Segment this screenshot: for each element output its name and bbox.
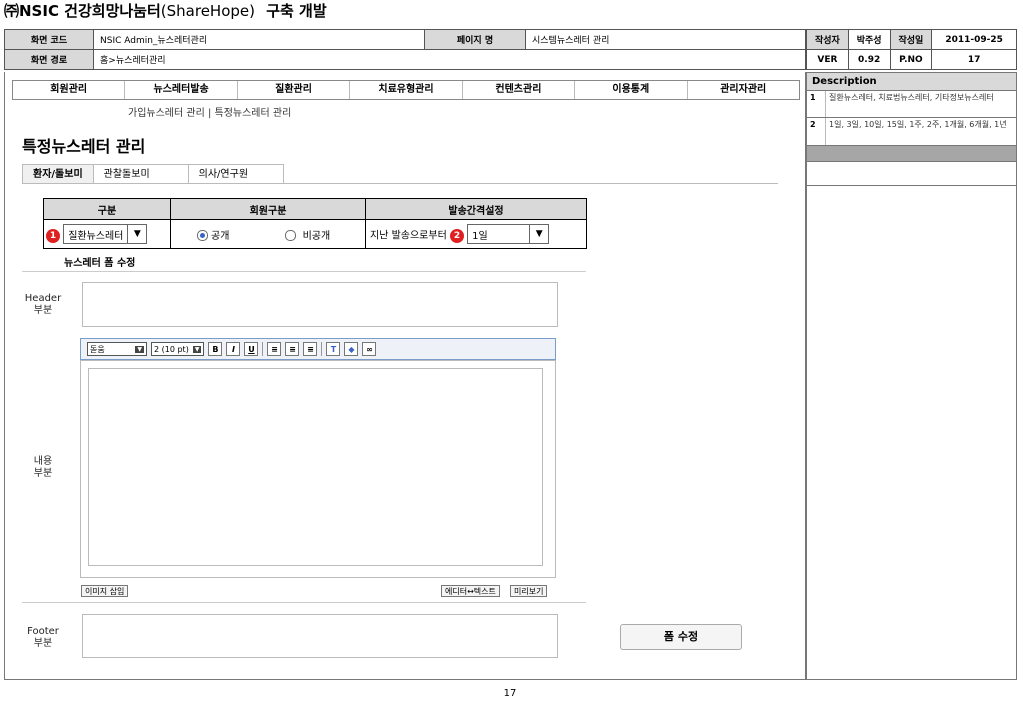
font-size-value: 2 (10 pt) bbox=[154, 344, 189, 354]
preview-button[interactable]: 미리보기 bbox=[510, 585, 548, 597]
page-title: 특정뉴스레터 관리 bbox=[22, 137, 146, 156]
font-family-select[interactable]: 돋움 ▼ bbox=[87, 342, 147, 356]
tab-doctor[interactable]: 의사/연구원 bbox=[187, 164, 284, 183]
annotation-badge-2: 2 bbox=[449, 228, 464, 243]
annotation-badge-1: 1 bbox=[46, 228, 60, 243]
align-center-icon[interactable]: ≡ bbox=[285, 342, 300, 356]
link-icon[interactable]: ∞ bbox=[362, 342, 377, 356]
interval-select[interactable]: 1일 ▼ bbox=[467, 224, 550, 244]
interval-prefix: 지난 발송으로부터 bbox=[370, 230, 447, 242]
doc-title-main: ㈜NSIC 건강희망나눔터 bbox=[4, 2, 161, 20]
ver-value: 0.92 bbox=[847, 49, 891, 70]
radio-private-label: 비공개 bbox=[302, 230, 331, 242]
submit-form-button[interactable]: 폼 수정 bbox=[620, 624, 742, 650]
editor-content-area[interactable] bbox=[88, 368, 543, 566]
font-family-value: 돋움 bbox=[90, 344, 105, 354]
category-select-value: 질환뉴스레터 bbox=[68, 230, 124, 242]
ver-label: VER bbox=[806, 49, 849, 70]
description-empty-row bbox=[806, 162, 1017, 186]
menu-item-statistics[interactable]: 이용통계 bbox=[575, 81, 688, 99]
description-text: 1일, 3일, 10일, 15일, 1주, 2주, 1개월, 6개월, 1년 bbox=[829, 120, 1007, 129]
bold-icon[interactable]: B bbox=[208, 342, 223, 356]
menu-item-treatment[interactable]: 치료유형관리 bbox=[350, 81, 463, 99]
image-icon[interactable]: ◆ bbox=[344, 342, 359, 356]
italic-icon[interactable]: I bbox=[226, 342, 241, 356]
chevron-down-icon: ▼ bbox=[192, 345, 202, 353]
menu-item-disease[interactable]: 질환관리 bbox=[238, 81, 351, 99]
filter-header-member: 회원구분 bbox=[170, 198, 366, 220]
screen-code-value: NSIC Admin_뉴스레터관리 bbox=[93, 29, 425, 50]
font-size-select[interactable]: 2 (10 pt) ▼ bbox=[151, 342, 205, 356]
description-item: 1 질환뉴스레터, 치료법뉴스레터, 기타정보뉴스레터 bbox=[806, 91, 1017, 118]
page-number: 17 bbox=[503, 688, 517, 699]
footer-textarea[interactable] bbox=[82, 614, 558, 658]
align-left-icon[interactable]: ≡ bbox=[267, 342, 282, 356]
doc-title-suffix: 구축 개발 bbox=[266, 2, 327, 20]
description-item: 2 1일, 3일, 10일, 15일, 1주, 2주, 1개월, 6개월, 1년 bbox=[806, 118, 1017, 146]
date-label: 작성일 bbox=[889, 29, 933, 50]
form-section-title: 뉴스레터 폼 수정 bbox=[64, 258, 136, 269]
pno-value: 17 bbox=[931, 49, 1017, 70]
sub-menu-links[interactable]: 가입뉴스레터 관리 | 특정뉴스레터 관리 bbox=[128, 104, 291, 119]
editor-toolbar: 돋움 ▼ 2 (10 pt) ▼ B I U ≡ ≡ ≡ T ◆ ∞ bbox=[80, 338, 556, 360]
date-value: 2011-09-25 bbox=[931, 29, 1017, 50]
align-right-icon[interactable]: ≡ bbox=[303, 342, 318, 356]
footer-label-line1: Footer bbox=[27, 626, 59, 637]
radio-public-label: 공개 bbox=[211, 230, 230, 242]
footer-label: Footer 부분 bbox=[22, 626, 64, 650]
screen-code-label: 화면 코드 bbox=[4, 29, 94, 50]
header-label: Header 부분 bbox=[22, 293, 64, 317]
screen-info-table: 화면 코드 NSIC Admin_뉴스레터관리 페이지 명 시스템뉴스레터 관리… bbox=[4, 29, 806, 70]
interval-select-value: 1일 bbox=[472, 230, 488, 242]
tab-patient[interactable]: 환자/돌보미 bbox=[22, 164, 94, 183]
description-text: 질환뉴스레터, 치료법뉴스레터, 기타정보뉴스레터 bbox=[829, 93, 994, 102]
pno-label: P.NO bbox=[889, 49, 933, 70]
header-textarea[interactable] bbox=[82, 282, 558, 327]
underline-icon[interactable]: U bbox=[244, 342, 259, 356]
chevron-down-icon: ▼ bbox=[135, 345, 144, 353]
document-title: ㈜NSIC 건강희망나눔터(ShareHope) 구축 개발 bbox=[4, 0, 327, 21]
header-label-line2: 부분 bbox=[33, 305, 53, 316]
description-num: 1 bbox=[807, 91, 826, 117]
screen-path-value: 홈>뉴스레터관리 bbox=[93, 49, 806, 70]
member-type-tabs: 환자/돌보미 관찰돌보미 의사/연구원 bbox=[22, 164, 778, 184]
body-label-line2: 부분 bbox=[33, 468, 53, 479]
menu-item-members[interactable]: 회원관리 bbox=[13, 81, 126, 99]
section-divider bbox=[22, 602, 586, 603]
header-label-line1: Header bbox=[24, 293, 62, 304]
body-label: 내용 부분 bbox=[22, 456, 64, 480]
toolbar-separator bbox=[262, 342, 264, 356]
main-menu: 회원관리 뉴스레터발송 질환관리 치료유형관리 컨텐츠관리 이용통계 관리자관리 bbox=[12, 80, 800, 100]
chevron-down-icon: ▼ bbox=[529, 225, 548, 243]
menu-item-newsletter[interactable]: 뉴스레터발송 bbox=[125, 81, 238, 99]
chevron-down-icon: ▼ bbox=[127, 225, 146, 243]
author-label: 작성자 bbox=[806, 29, 849, 50]
menu-item-content[interactable]: 컨텐츠관리 bbox=[463, 81, 576, 99]
radio-private[interactable] bbox=[284, 230, 296, 241]
filter-table: 구분 회원구분 발송간격설정 1 질환뉴스레터 ▼ 공개 비공개 지난 발송으로… bbox=[43, 198, 587, 249]
insert-image-button[interactable]: 이미지 삽입 bbox=[81, 585, 129, 597]
body-label-line1: 내용 bbox=[33, 456, 53, 467]
description-divider bbox=[806, 146, 1017, 162]
filter-header-interval: 발송간격설정 bbox=[365, 198, 587, 220]
doc-title-sub: (ShareHope) bbox=[160, 2, 255, 20]
section-divider bbox=[22, 271, 586, 272]
footer-label-line2: 부분 bbox=[33, 638, 53, 649]
text-color-icon[interactable]: T bbox=[326, 342, 341, 356]
page-name-value: 시스템뉴스레터 관리 bbox=[525, 29, 806, 50]
menu-item-admin[interactable]: 관리자관리 bbox=[688, 81, 799, 99]
author-value: 박주성 bbox=[847, 29, 891, 50]
tab-observer[interactable]: 관찰돌보미 bbox=[92, 164, 189, 183]
category-select[interactable]: 질환뉴스레터 ▼ bbox=[63, 224, 148, 244]
filter-header-category: 구분 bbox=[43, 198, 171, 220]
screen-path-label: 화면 경로 bbox=[4, 49, 94, 70]
page-name-label: 페이지 명 bbox=[424, 29, 526, 50]
description-title: Description bbox=[806, 72, 1017, 91]
toolbar-separator bbox=[321, 342, 323, 356]
description-num: 2 bbox=[807, 118, 826, 145]
author-info-table: 작성자 박주성 작성일 2011-09-25 VER 0.92 P.NO 17 bbox=[806, 29, 1017, 70]
editor-text-toggle-button[interactable]: 에디터↔텍스트 bbox=[441, 585, 500, 597]
radio-public[interactable] bbox=[197, 230, 208, 241]
